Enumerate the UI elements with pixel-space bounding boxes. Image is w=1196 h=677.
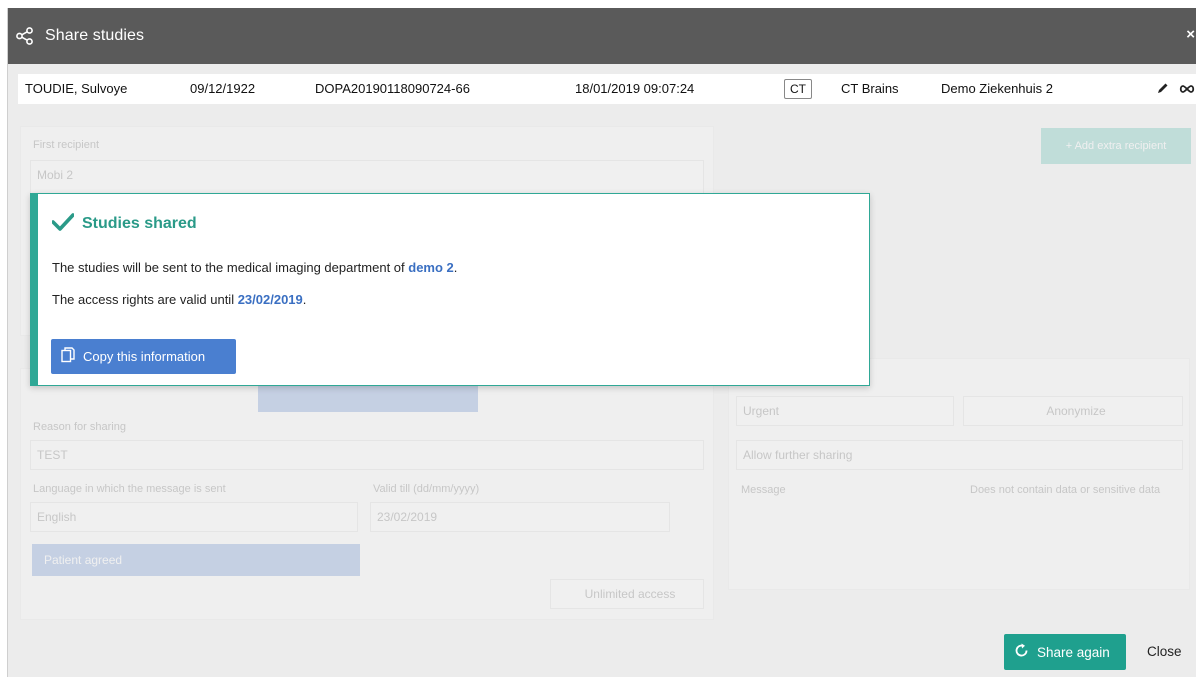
message-hint: Does not contain data or sensitive data bbox=[970, 484, 1161, 496]
valid-till-input[interactable]: 23/02/2019 bbox=[370, 502, 670, 532]
copy-information-label: Copy this information bbox=[83, 349, 206, 364]
studies-shared-popup: Studies shared The studies will be sent … bbox=[30, 193, 870, 386]
language-select[interactable]: English bbox=[30, 502, 358, 532]
copy-icon bbox=[61, 347, 75, 366]
valid-till-label: Valid till (dd/mm/yyyy) bbox=[373, 483, 480, 495]
unlimited-access-toggle[interactable]: Unlimited access bbox=[550, 579, 704, 609]
options-panel-right bbox=[728, 358, 1190, 590]
reason-input[interactable]: TEST bbox=[30, 440, 704, 470]
validity-date: 23/02/2019 bbox=[237, 292, 303, 307]
refresh-icon bbox=[1014, 643, 1029, 661]
first-recipient-label: First recipient bbox=[33, 139, 100, 151]
recipient-card: Mobi 2 bbox=[30, 160, 704, 194]
anonymize-toggle[interactable]: Anonymize bbox=[963, 396, 1183, 426]
popup-destination-text: The studies will be sent to the medical … bbox=[52, 260, 458, 275]
message-label: Message bbox=[741, 484, 786, 496]
destination-link: demo 2 bbox=[408, 260, 454, 275]
share-studies-dialog: Share studies × TOUDIE, Sulvoye 09/12/19… bbox=[7, 8, 1196, 677]
close-button[interactable]: Close bbox=[1147, 634, 1182, 670]
urgent-toggle[interactable]: Urgent bbox=[736, 396, 954, 426]
language-label: Language in which the message is sent bbox=[33, 483, 226, 495]
allow-further-sharing-toggle[interactable]: Allow further sharing bbox=[736, 440, 1183, 470]
copy-information-button[interactable]: Copy this information bbox=[51, 339, 236, 374]
reason-label: Reason for sharing bbox=[33, 421, 126, 433]
share-again-label: Share again bbox=[1037, 644, 1110, 660]
popup-title: Studies shared bbox=[82, 214, 197, 232]
add-recipient-button[interactable]: + Add extra recipient bbox=[1041, 128, 1191, 164]
popup-validity-text: The access rights are valid until 23/02/… bbox=[52, 292, 307, 307]
patient-agreed-button[interactable]: Patient agreed bbox=[32, 544, 360, 576]
share-again-button[interactable]: Share again bbox=[1004, 634, 1126, 670]
checkmark-icon bbox=[51, 213, 75, 234]
